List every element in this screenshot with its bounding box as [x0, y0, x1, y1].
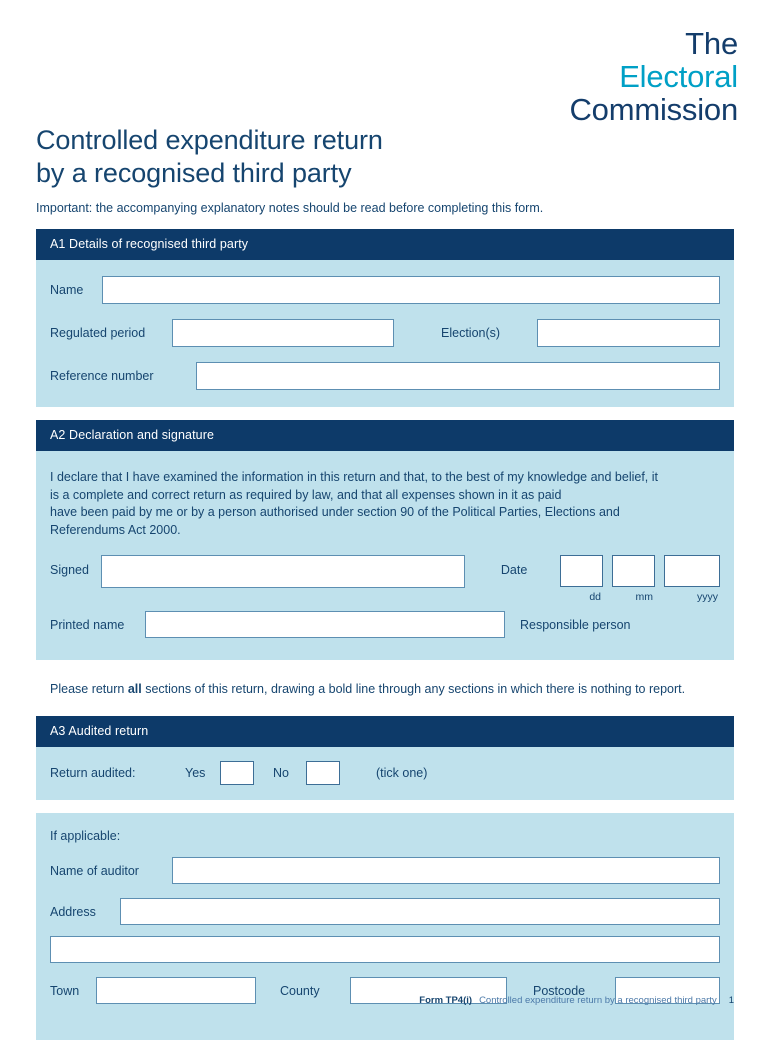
town-label: Town — [50, 983, 80, 998]
page-subtitle: Important: the accompanying explanatory … — [36, 201, 544, 215]
section-a2-body: I declare that I have examined the infor… — [36, 451, 734, 660]
date-year-cell: yyyy — [664, 555, 720, 603]
date-month-input[interactable] — [612, 555, 655, 587]
date-year-hint: yyyy — [697, 591, 718, 603]
no-label: No — [273, 766, 289, 780]
regulated-period-label: Regulated period — [50, 326, 146, 340]
date-year-input[interactable] — [664, 555, 720, 587]
date-label: Date — [500, 563, 528, 577]
page-title-line-2: by a recognised third party — [36, 158, 352, 188]
name-of-auditor-row: Name of auditor — [50, 843, 720, 884]
signed-row: Signed Date dd mm yyyy — [50, 539, 720, 603]
elections-input[interactable] — [537, 319, 720, 347]
auditor-gap — [36, 800, 734, 813]
town-input[interactable] — [96, 977, 256, 1004]
address-line-2-input[interactable] — [50, 936, 720, 963]
if-applicable-label: If applicable: — [50, 829, 121, 843]
name-row: Name — [50, 260, 720, 304]
date-day-cell: dd — [560, 555, 603, 603]
footer-form-code: Form TP4(i) — [419, 995, 473, 1006]
signature-input[interactable] — [101, 555, 465, 588]
declaration-line-1: I declare that I have examined the infor… — [50, 470, 658, 484]
page-title-line-1: Controlled expenditure return — [36, 125, 383, 155]
declaration-line-2: is a complete and correct return as requ… — [50, 487, 562, 502]
date-input-group: dd mm yyyy — [560, 555, 720, 603]
reference-number-row: Reference number — [50, 347, 720, 407]
section-a1-header: A1 Details of recognised third party — [36, 229, 734, 260]
signed-label: Signed — [50, 563, 89, 577]
name-of-auditor-label: Name of auditor — [50, 863, 139, 878]
yes-label: Yes — [185, 766, 206, 780]
regulated-period-row: Regulated period Election(s) — [50, 304, 720, 347]
section-a3-header: A3 Audited return — [36, 716, 734, 747]
responsible-person-label: Responsible person — [520, 617, 631, 632]
electoral-commission-logo: The Electoral Commission — [569, 26, 738, 127]
section-a2-header: A2 Declaration and signature — [36, 420, 734, 451]
return-all-sections-note: Please return all sections of this retur… — [36, 660, 734, 716]
printed-name-input[interactable] — [145, 611, 505, 638]
address-row: Address — [50, 884, 720, 925]
date-day-input[interactable] — [560, 555, 603, 587]
return-audited-no-checkbox[interactable] — [306, 761, 340, 785]
footer-page-number: 1 — [728, 995, 734, 1006]
address-line-2-row — [50, 925, 720, 963]
section-a3-body: Return audited: Yes No (tick one) — [36, 747, 734, 800]
page-title: Controlled expenditure return by a recog… — [36, 124, 383, 190]
logo-line-the: The — [685, 26, 738, 61]
regulated-period-input[interactable] — [172, 319, 394, 347]
logo-line-commission: Commission — [569, 91, 738, 127]
date-month-cell: mm — [612, 555, 655, 603]
name-of-auditor-input[interactable] — [172, 857, 720, 884]
return-audited-yes-checkbox[interactable] — [220, 761, 254, 785]
elections-label: Election(s) — [441, 326, 501, 340]
declaration-line-3: have been paid by me or by a person auth… — [50, 505, 620, 519]
note-text-after: sections of this return, drawing a bold … — [141, 682, 686, 696]
footer-description: Controlled expenditure return by a recog… — [479, 995, 717, 1006]
note-text-bold: all — [127, 682, 142, 696]
logo-line-electoral: Electoral — [619, 58, 738, 94]
name-label: Name — [50, 283, 84, 297]
address-label: Address — [50, 904, 96, 919]
address-line-1-input[interactable] — [120, 898, 720, 925]
printed-name-row: Printed name Responsible person — [50, 588, 720, 660]
return-audited-row: Return audited: Yes No (tick one) — [50, 747, 720, 800]
declaration-line-4: Referendums Act 2000. — [50, 522, 181, 537]
section-gap — [36, 407, 734, 420]
section-a1-body: Name Regulated period Election(s) Refere… — [36, 260, 734, 407]
page-footer: Form TP4(i) Controlled expenditure return… — [419, 995, 734, 1006]
return-audited-label: Return audited: — [50, 766, 136, 780]
date-day-hint: dd — [589, 591, 601, 603]
reference-number-input[interactable] — [196, 362, 720, 390]
printed-name-label: Printed name — [50, 617, 125, 632]
name-input[interactable] — [102, 276, 720, 304]
form-sheet: A1 Details of recognised third party Nam… — [36, 229, 734, 1040]
declaration-text: I declare that I have examined the infor… — [50, 451, 720, 539]
reference-number-label: Reference number — [50, 369, 154, 383]
note-text-before: Please return — [50, 682, 128, 696]
tick-one-hint: (tick one) — [376, 766, 428, 780]
date-month-hint: mm — [635, 591, 654, 603]
county-label: County — [280, 983, 320, 998]
